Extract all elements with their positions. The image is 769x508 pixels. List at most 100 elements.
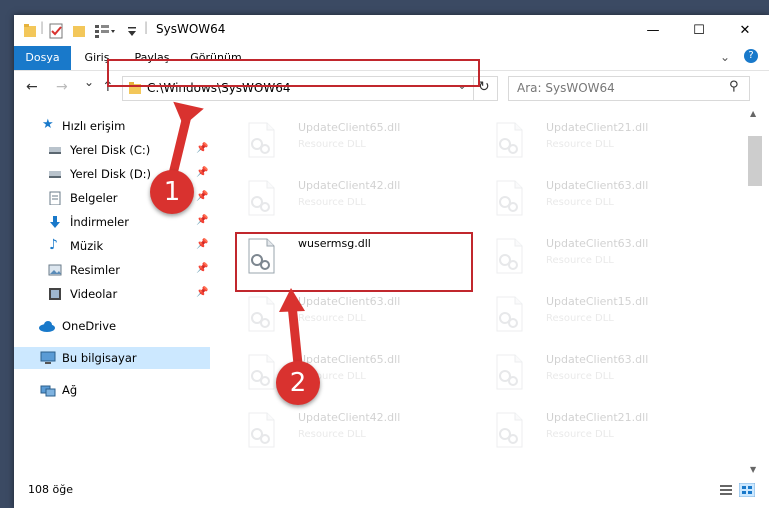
new-folder-icon[interactable]: [72, 22, 86, 40]
customize-toolbar-icon[interactable]: [126, 22, 138, 40]
sidebar-item-quick-access[interactable]: ★ Hızlı erişim: [14, 115, 210, 137]
file-item[interactable]: UpdateClient63.dll Resource DLL: [488, 233, 718, 279]
pin-icon[interactable]: 📌: [196, 239, 208, 250]
sidebar-item-videos[interactable]: Videolar 📌: [14, 283, 210, 305]
dll-file-icon: [494, 122, 524, 158]
file-item[interactable]: UpdateClient63.dll Resource DLL: [488, 349, 718, 395]
file-item[interactable]: UpdateClient63.dll Resource DLL: [488, 175, 718, 221]
expand-ribbon-icon[interactable]: ⌄: [720, 50, 730, 64]
file-description: Resource DLL: [546, 371, 614, 382]
drive-icon: [49, 147, 61, 154]
file-name: UpdateClient63.dll: [546, 237, 649, 250]
dll-file-icon: [494, 412, 524, 448]
recent-locations-button[interactable]: ⌄: [84, 75, 94, 89]
file-description: Resource DLL: [546, 255, 614, 266]
videos-icon: [49, 288, 61, 300]
step-badge-2: 2: [276, 361, 320, 405]
file-description: Resource DLL: [546, 429, 614, 440]
tab-dosya[interactable]: Dosya: [14, 46, 71, 70]
pin-icon[interactable]: 📌: [196, 287, 208, 298]
file-name: UpdateClient42.dll: [298, 411, 401, 424]
pictures-icon: [48, 264, 62, 276]
file-name: UpdateClient63.dll: [546, 353, 649, 366]
downloads-icon: [50, 216, 60, 228]
file-name: UpdateClient63.dll: [298, 295, 401, 308]
pin-icon[interactable]: 📌: [196, 143, 208, 154]
file-item[interactable]: UpdateClient63.dll Resource DLL: [240, 291, 470, 337]
forward-button[interactable]: →: [56, 79, 68, 95]
pin-icon[interactable]: 📌: [196, 167, 208, 178]
pin-icon[interactable]: 📌: [196, 215, 208, 226]
file-item[interactable]: UpdateClient42.dll Resource DLL: [240, 407, 470, 453]
file-name: UpdateClient21.dll: [546, 121, 649, 134]
dll-file-icon: [494, 354, 524, 390]
file-description: Resource DLL: [298, 197, 366, 208]
file-name: UpdateClient65.dll: [298, 353, 401, 366]
file-description: Resource DLL: [298, 429, 366, 440]
file-description: Resource DLL: [546, 139, 614, 150]
file-item[interactable]: UpdateClient21.dll Resource DLL: [488, 407, 718, 453]
dll-file-icon: [246, 412, 276, 448]
back-button[interactable]: ←: [26, 79, 38, 95]
sidebar-item-music[interactable]: ♪ Müzik 📌: [14, 235, 210, 257]
folder-icon: [24, 24, 36, 37]
view-options-icon[interactable]: [94, 22, 116, 40]
close-button[interactable]: ✕: [722, 15, 768, 46]
file-item[interactable]: UpdateClient65.dll Resource DLL: [240, 349, 470, 395]
title-bar: | | SysWOW64 — ☐ ✕: [14, 15, 769, 46]
file-name: UpdateClient21.dll: [546, 411, 649, 424]
search-input[interactable]: Ara: SysWOW64: [517, 81, 615, 95]
network-icon: [40, 385, 56, 397]
file-item[interactable]: UpdateClient21.dll Resource DLL: [488, 117, 718, 163]
window-title: SysWOW64: [156, 22, 226, 36]
status-bar: 108 öğe: [14, 477, 769, 508]
file-item[interactable]: UpdateClient15.dll Resource DLL: [488, 291, 718, 337]
help-icon[interactable]: ?: [744, 49, 758, 63]
minimize-button[interactable]: —: [630, 15, 676, 46]
sidebar-item-this-pc[interactable]: Bu bilgisayar: [14, 347, 210, 369]
dll-file-icon: [494, 238, 524, 274]
properties-icon[interactable]: [48, 22, 64, 40]
cloud-icon: [39, 321, 55, 332]
search-icon: ⚲: [729, 79, 739, 94]
dll-file-icon: [246, 296, 276, 332]
drive-icon: [49, 171, 61, 178]
file-item[interactable]: UpdateClient42.dll Resource DLL: [240, 175, 470, 221]
music-icon: ♪: [49, 237, 58, 253]
scroll-down-icon[interactable]: ▼: [750, 465, 756, 474]
documents-icon: [49, 191, 61, 205]
address-bar-highlight: [107, 59, 480, 87]
file-description: Resource DLL: [546, 313, 614, 324]
item-count: 108 öğe: [28, 483, 73, 496]
dll-file-icon: [494, 180, 524, 216]
dll-file-icon: [494, 296, 524, 332]
large-icons-view-icon[interactable]: [739, 483, 755, 497]
dll-file-icon: [246, 180, 276, 216]
file-list: UpdateClient65.dll Resource DLL UpdateClie…: [226, 107, 746, 477]
file-highlight: [235, 232, 473, 292]
sidebar-item-downloads[interactable]: İndirmeler 📌: [14, 211, 210, 233]
scroll-thumb[interactable]: [748, 136, 762, 186]
details-view-icon[interactable]: [719, 484, 733, 496]
sidebar-item-local-disk-c[interactable]: Yerel Disk (C:) 📌: [14, 139, 210, 161]
file-name: UpdateClient65.dll: [298, 121, 401, 134]
file-item[interactable]: UpdateClient65.dll Resource DLL: [240, 117, 470, 163]
file-name: UpdateClient42.dll: [298, 179, 401, 192]
sidebar-item-network[interactable]: Ağ: [14, 379, 210, 401]
pin-icon[interactable]: 📌: [196, 191, 208, 202]
file-description: Resource DLL: [298, 313, 366, 324]
scroll-up-icon[interactable]: ▲: [750, 109, 756, 118]
dll-file-icon: [246, 122, 276, 158]
computer-icon: [40, 351, 56, 364]
file-description: Resource DLL: [298, 139, 366, 150]
file-name: UpdateClient63.dll: [546, 179, 649, 192]
vertical-scrollbar[interactable]: ▲ ▼: [747, 107, 763, 477]
sidebar-item-pictures[interactable]: Resimler 📌: [14, 259, 210, 281]
star-icon: ★: [42, 117, 54, 132]
dll-file-icon: [246, 354, 276, 390]
maximize-button[interactable]: ☐: [676, 15, 722, 46]
pin-icon[interactable]: 📌: [196, 263, 208, 274]
search-box[interactable]: Ara: SysWOW64 ⚲: [508, 76, 750, 101]
sidebar-item-onedrive[interactable]: OneDrive: [14, 315, 210, 337]
file-name: UpdateClient15.dll: [546, 295, 649, 308]
